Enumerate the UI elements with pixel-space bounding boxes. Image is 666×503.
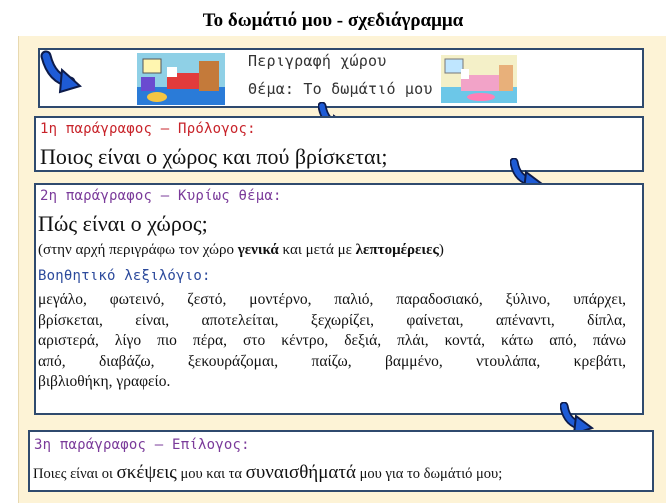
page-title: Το δωμάτιό μου - σχεδιάγραμμα (202, 10, 464, 31)
vocabulary-list: μεγάλο, φωτεινό, ζεστό, μοντέρνο, παλιό,… (38, 290, 626, 393)
vocab-line: βρίσκεται, είναι, αποτελείται, ξεχωρίζει… (38, 311, 626, 329)
header-line-2: Θέμα: Το δωμάτιό μου (248, 80, 433, 98)
paragraph-1-label: 1η παράγραφος – Πρόλογος: (40, 121, 256, 137)
question-text: μου για το δωμάτιό μου; (355, 466, 503, 482)
question-text: Ποιες είναι οι (33, 466, 117, 482)
question-emphasis-thoughts: σκέψεις (116, 462, 177, 483)
vocab-line: βιβλιοθήκη, γραφείο. (38, 373, 171, 391)
paragraph-2-question: Πώς είναι ο χώρος; (38, 211, 208, 236)
vocab-line: από, διαβάζω, ξεκουράζομαι, παίζω, βαμμέ… (38, 352, 626, 370)
bedroom-illustration-right (441, 55, 517, 103)
vocab-line: μεγάλο, φωτεινό, ζεστό, μοντέρνο, παλιό,… (38, 291, 626, 308)
note-text: και μετά με (278, 242, 356, 258)
question-text: μου και τα (176, 466, 246, 482)
note-bold-general: γενικά (237, 242, 279, 258)
paragraph-3-question: Ποιες είναι οι σκέψεις μου και τα συναισ… (33, 462, 502, 484)
note-text: ) (438, 242, 444, 258)
bedroom-illustration-left (137, 53, 225, 105)
header-line-1: Περιγραφή χώρου (248, 52, 387, 70)
paragraph-2-note: (στην αρχή περιγράφω τον χώρο γενικά και… (38, 242, 444, 259)
question-emphasis-feelings: συναισθήματά (245, 462, 356, 483)
paragraph-2-label: 2η παράγραφος – Κυρίως θέμα: (40, 188, 282, 204)
vocab-line: αριστερά, λίγο πιο πέρα, στο κέντρο, δεξ… (38, 332, 626, 350)
paragraph-1-question: Ποιος είναι ο χώρος και πού βρίσκεται; (40, 144, 388, 169)
note-bold-details: λεπτομέρειες (355, 242, 439, 258)
vocabulary-label: Βοηθητικό λεξιλόγιο: (38, 268, 211, 284)
paragraph-3-label: 3η παράγραφος – Επίλογος: (34, 437, 250, 453)
curved-arrow-icon (40, 50, 83, 94)
note-text: (στην αρχή περιγράφω τον χώρο (38, 242, 238, 258)
